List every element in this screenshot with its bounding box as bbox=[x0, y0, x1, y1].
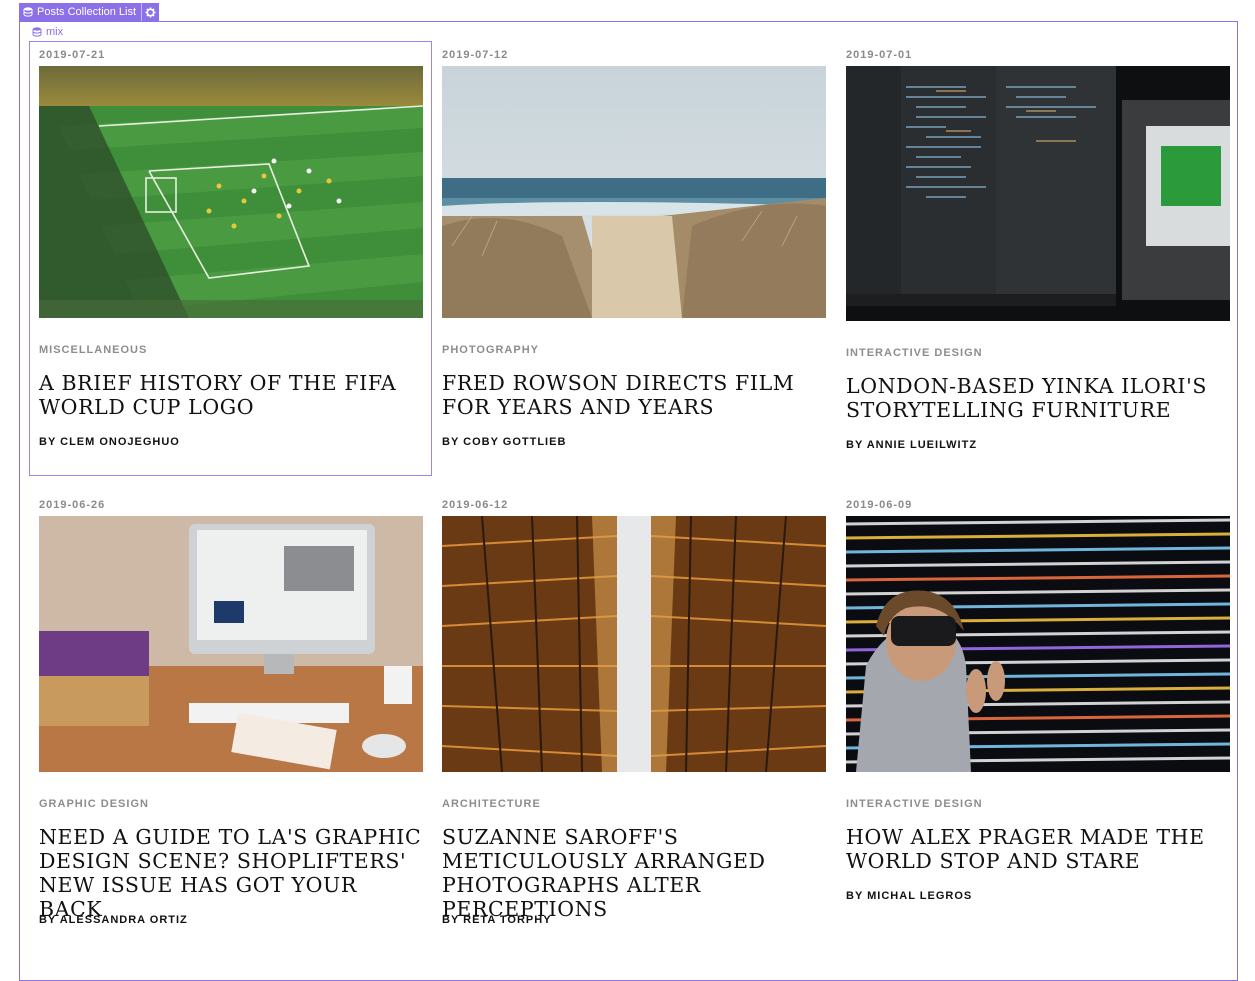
soccer-stadium-image[interactable] bbox=[39, 66, 423, 318]
skyscrapers-image[interactable] bbox=[442, 516, 826, 772]
post-author: BY ANNIE LUEILWITZ bbox=[846, 439, 978, 451]
post-date: 2019-07-12 bbox=[442, 49, 509, 61]
post-category: GRAPHIC DESIGN bbox=[39, 798, 149, 810]
post-category: INTERACTIVE DESIGN bbox=[846, 798, 983, 810]
code-monitors-image[interactable] bbox=[846, 66, 1230, 321]
post-category: INTERACTIVE DESIGN bbox=[846, 347, 983, 359]
post-date: 2019-06-09 bbox=[846, 499, 913, 511]
post-title[interactable]: SUZANNE SAROFF'S METICULOUSLY ARRANGED P… bbox=[442, 825, 826, 921]
post-card[interactable]: 2019-06-26 GRAPHIC DESIGN NEED A GUIDE T… bbox=[39, 498, 423, 938]
collection-tag-label: Posts Collection List bbox=[37, 6, 137, 18]
post-date: 2019-06-12 bbox=[442, 499, 509, 511]
post-card[interactable]: 2019-06-09 INTERACTIVE DESIGN HOW ALEX P… bbox=[846, 498, 1230, 938]
vr-headset-code-image[interactable] bbox=[846, 516, 1230, 772]
post-card[interactable]: 2019-07-01 INTERACTIVE DESIGN LONDON-BAS… bbox=[846, 48, 1230, 458]
collection-tag-main[interactable]: Posts Collection List bbox=[19, 3, 141, 21]
post-title[interactable]: NEED A GUIDE TO LA'S GRAPHIC DESIGN SCEN… bbox=[39, 825, 423, 921]
post-date: 2019-06-26 bbox=[39, 499, 106, 511]
post-author: BY COBY GOTTLIEB bbox=[442, 436, 567, 448]
post-author: BY ALESSANDRA ORTIZ bbox=[39, 914, 188, 926]
settings-gear-icon[interactable] bbox=[141, 3, 159, 21]
database-icon bbox=[23, 6, 33, 17]
post-category: ARCHITECTURE bbox=[442, 798, 541, 810]
post-author: BY MICHAL LEGROS bbox=[846, 890, 973, 902]
post-title[interactable]: LONDON-BASED YINKA ILORI'S STORYTELLING … bbox=[846, 374, 1230, 422]
mix-label-text: mix bbox=[46, 26, 64, 38]
post-title[interactable]: A BRIEF HISTORY OF THE FIFA WORLD CUP LO… bbox=[39, 371, 423, 419]
collection-tag[interactable]: Posts Collection List bbox=[19, 3, 160, 21]
beach-dunes-image[interactable] bbox=[442, 66, 826, 318]
post-author: BY CLEM ONOJEGHUO bbox=[39, 436, 180, 448]
post-category: PHOTOGRAPHY bbox=[442, 344, 539, 356]
database-icon bbox=[32, 26, 42, 37]
post-title[interactable]: FRED ROWSON DIRECTS FILM FOR YEARS AND Y… bbox=[442, 371, 826, 419]
post-date: 2019-07-21 bbox=[39, 49, 106, 61]
post-author: BY RETA TORPHY bbox=[442, 914, 552, 926]
mix-label[interactable]: mix bbox=[32, 26, 63, 38]
post-category: MISCELLANEOUS bbox=[39, 344, 148, 356]
post-card[interactable]: 2019-07-12 PHOTOGRAPHY FRED ROWSON DIREC… bbox=[442, 48, 826, 458]
post-card[interactable]: 2019-07-21 MISCELLANEOUS A BRIEF HISTORY… bbox=[39, 48, 423, 458]
post-date: 2019-07-01 bbox=[846, 49, 913, 61]
designer-desk-image[interactable] bbox=[39, 516, 423, 772]
post-card[interactable]: 2019-06-12 ARCHITECTURE SUZANNE SAROFF'S… bbox=[442, 498, 826, 938]
post-title[interactable]: HOW ALEX PRAGER MADE THE WORLD STOP AND … bbox=[846, 825, 1230, 873]
